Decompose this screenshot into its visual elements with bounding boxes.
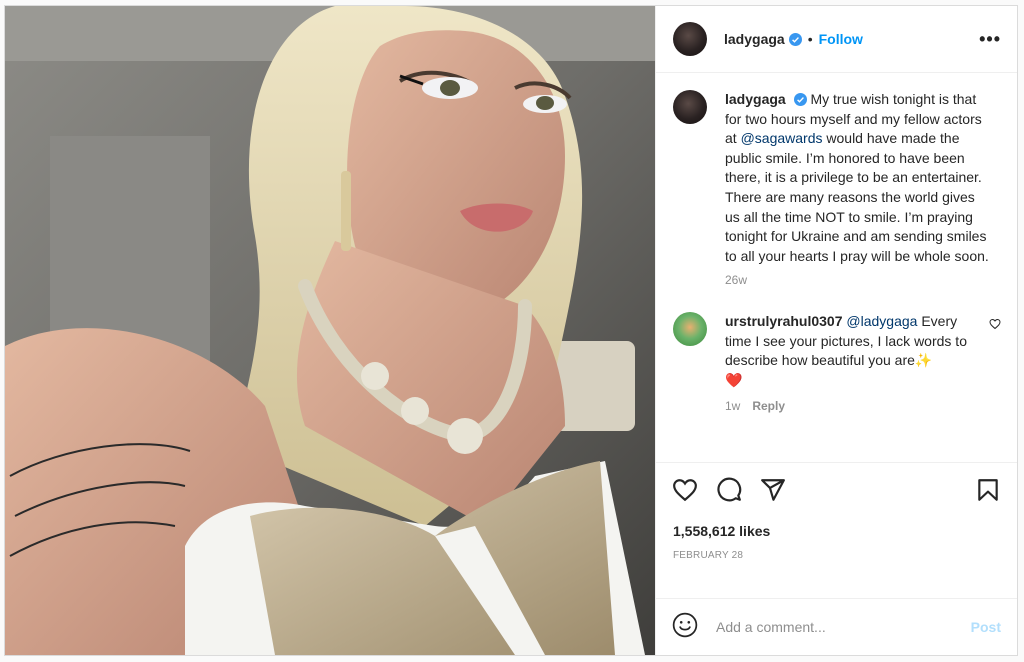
- avatar[interactable]: [673, 311, 707, 346]
- list-item: urstrulyrahul0307 @ladygaga Every time I…: [673, 311, 1001, 417]
- comment-username[interactable]: urstrulyrahul0307: [725, 313, 843, 329]
- comment-input[interactable]: [716, 619, 971, 635]
- post-dialog: ladygaga • Follow ••• ladygaga My true w…: [4, 5, 1018, 656]
- reply-button[interactable]: Reply: [752, 399, 785, 413]
- post-button[interactable]: Post: [971, 619, 1001, 635]
- smiley-icon[interactable]: [672, 612, 698, 643]
- comment-icon[interactable]: [716, 477, 742, 508]
- caption-age[interactable]: 26w: [725, 273, 747, 287]
- action-bar: 1,558,612 likes FEBRUARY 28: [656, 462, 1017, 598]
- heart-outline-icon[interactable]: [672, 477, 698, 508]
- heart-emoji: ❤️: [725, 371, 743, 388]
- caption-username[interactable]: ladygaga: [725, 91, 786, 107]
- caption-text-end: would have made the public smile. I’m ho…: [725, 130, 989, 264]
- post-photo[interactable]: [5, 6, 655, 655]
- caption: ladygaga My true wish tonight is that fo…: [673, 90, 1001, 291]
- like-comment-heart-icon[interactable]: [989, 318, 1001, 330]
- post-date[interactable]: FEBRUARY 28: [673, 550, 743, 561]
- avatar[interactable]: [673, 90, 707, 124]
- separator-dot: •: [807, 31, 813, 47]
- add-comment-bar: Post: [656, 598, 1017, 655]
- likes-count[interactable]: 1,558,612 likes: [673, 523, 770, 539]
- post-username[interactable]: ladygaga: [724, 31, 785, 47]
- post-side-panel: ladygaga • Follow ••• ladygaga My true w…: [655, 6, 1017, 655]
- portrait-image: [5, 6, 655, 655]
- post-header: ladygaga • Follow •••: [656, 6, 1017, 73]
- comment-mention[interactable]: @ladygaga: [846, 313, 917, 329]
- paper-plane-icon[interactable]: [760, 477, 786, 508]
- more-options-icon[interactable]: •••: [979, 29, 1001, 50]
- verified-badge-icon: [793, 93, 807, 106]
- avatar[interactable]: [673, 22, 707, 56]
- follow-button[interactable]: Follow: [819, 31, 863, 47]
- comments-list[interactable]: ladygaga My true wish tonight is that fo…: [656, 73, 1017, 462]
- comment-age[interactable]: 1w: [725, 399, 740, 413]
- bookmark-icon[interactable]: [975, 477, 1001, 508]
- caption-mention[interactable]: @sagawards: [741, 130, 823, 146]
- sparkles-emoji: ✨: [914, 352, 933, 369]
- verified-badge-icon: [788, 32, 802, 46]
